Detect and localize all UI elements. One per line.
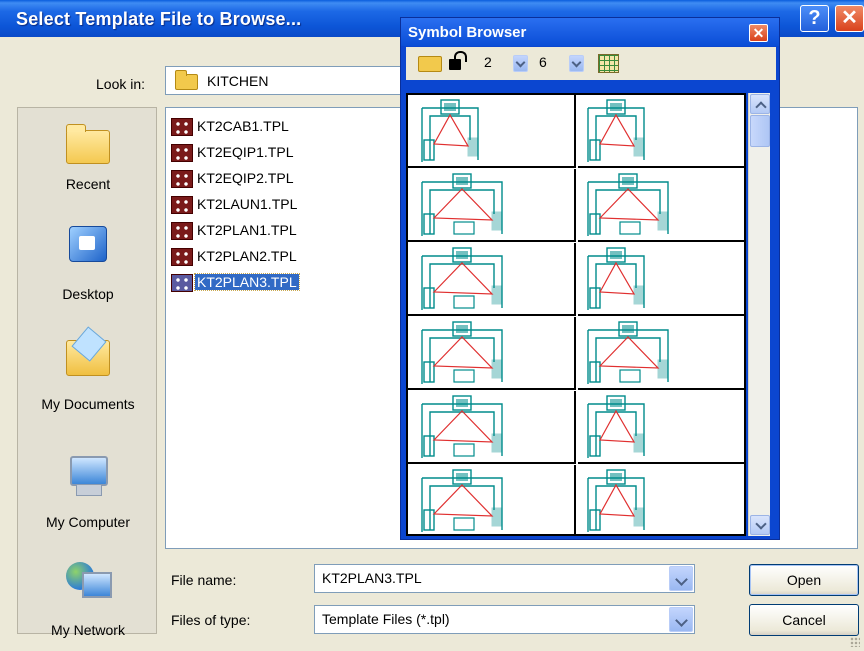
place-label: My Documents — [41, 396, 135, 412]
kitchen-plan-icon — [421, 247, 503, 310]
kitchen-plan-icon — [421, 321, 503, 384]
kitchen-plan-icon — [587, 173, 669, 236]
file-name: KT2PLAN1.TPL — [197, 222, 297, 238]
dialog-title: Select Template File to Browse... — [16, 9, 302, 29]
file-name: KT2LAUN1.TPL — [197, 196, 298, 212]
kitchen-plan-icon — [421, 173, 503, 236]
template-file-icon — [171, 222, 193, 240]
symbol-thumbnail-grid[interactable] — [406, 93, 746, 536]
file-name-input[interactable]: KT2PLAN3.TPL — [314, 564, 695, 593]
rows-dropdown[interactable] — [569, 55, 584, 72]
kitchen-plan-icon — [587, 321, 669, 384]
folder-icon — [175, 70, 198, 90]
symbol-thumbnail[interactable] — [578, 169, 744, 242]
recent-folder-icon — [66, 124, 110, 164]
file-name: KT2PLAN3.TPL — [194, 273, 300, 291]
list-item[interactable]: KT2LAUN1.TPL — [169, 194, 297, 216]
symbol-thumbnail[interactable] — [578, 391, 744, 464]
kitchen-plan-icon — [587, 395, 645, 458]
file-type-select[interactable]: Template Files (*.tpl) — [314, 605, 695, 634]
symbol-thumbnail[interactable] — [408, 95, 576, 168]
symbol-browser-window: Symbol Browser ✕ 2 6 — [400, 17, 780, 540]
kitchen-plan-icon — [587, 99, 645, 162]
place-my-computer[interactable]: My Computer — [18, 456, 158, 530]
chevron-down-icon[interactable] — [669, 566, 693, 591]
close-button[interactable]: ✕ — [835, 5, 864, 32]
symbol-thumbnail[interactable] — [578, 317, 744, 390]
kitchen-plan-icon — [421, 469, 503, 532]
file-name-label: File name: — [171, 572, 237, 588]
open-button[interactable]: Open — [749, 564, 859, 596]
symbol-thumbnail[interactable] — [408, 317, 576, 390]
cancel-button[interactable]: Cancel — [749, 604, 859, 636]
place-label: Desktop — [62, 286, 114, 302]
columns-value: 2 — [484, 54, 492, 70]
template-file-icon — [171, 144, 193, 162]
template-file-icon — [171, 118, 193, 136]
file-name: KT2EQIP1.TPL — [197, 144, 294, 160]
file-name-value: KT2PLAN3.TPL — [322, 570, 422, 586]
symbol-thumbnail[interactable] — [578, 95, 744, 168]
folder-icon[interactable] — [418, 56, 442, 72]
look-in-label: Look in: — [96, 76, 146, 92]
scroll-thumb[interactable] — [750, 115, 770, 147]
help-button[interactable]: ? — [800, 5, 829, 32]
symbol-thumbnail[interactable] — [578, 465, 744, 534]
kitchen-plan-icon — [587, 247, 645, 310]
file-name: KT2CAB1.TPL — [197, 118, 289, 134]
symbol-browser-title: Symbol Browser — [408, 24, 527, 41]
kitchen-plan-icon — [421, 99, 479, 162]
desktop-icon — [69, 226, 107, 262]
file-name: KT2PLAN2.TPL — [197, 248, 297, 264]
symbol-browser-close-button[interactable]: ✕ — [749, 24, 768, 42]
list-item[interactable]: KT2EQIP2.TPL — [169, 168, 293, 190]
list-item[interactable]: KT2PLAN1.TPL — [169, 220, 297, 242]
place-recent[interactable]: Recent — [18, 124, 158, 192]
resize-grip[interactable] — [850, 637, 860, 647]
template-file-icon — [171, 196, 193, 214]
my-documents-icon — [66, 340, 110, 376]
places-bar: Recent Desktop My Documents My Computer … — [17, 107, 158, 638]
place-desktop[interactable]: Desktop — [18, 226, 158, 302]
symbol-browser-titlebar: Symbol Browser ✕ — [401, 18, 779, 46]
place-label: My Computer — [45, 514, 131, 530]
symbol-thumbnail[interactable] — [408, 465, 576, 534]
my-computer-icon — [66, 456, 110, 496]
file-type-value: Template Files (*.tpl) — [322, 611, 450, 627]
look-in-dropdown[interactable]: KITCHEN — [165, 66, 405, 95]
place-my-documents[interactable]: My Documents — [18, 340, 158, 412]
columns-dropdown[interactable] — [513, 55, 528, 72]
template-file-icon — [171, 274, 193, 292]
symbol-browser-toolbar: 2 6 — [406, 47, 776, 80]
unlock-icon[interactable] — [449, 51, 467, 70]
template-file-icon — [171, 248, 193, 266]
template-file-icon — [171, 170, 193, 188]
list-item[interactable]: KT2EQIP1.TPL — [169, 142, 293, 164]
file-type-label: Files of type: — [171, 612, 251, 628]
symbol-thumbnail[interactable] — [408, 391, 576, 464]
kitchen-plan-icon — [421, 395, 503, 458]
symbol-browser-scrollbar[interactable] — [748, 93, 770, 536]
kitchen-plan-icon — [587, 469, 645, 532]
list-item[interactable]: KT2PLAN2.TPL — [169, 246, 297, 268]
list-item[interactable]: KT2CAB1.TPL — [169, 116, 289, 138]
file-name: KT2EQIP2.TPL — [197, 170, 294, 186]
place-label: Recent — [65, 176, 111, 192]
grid-icon[interactable] — [598, 54, 619, 73]
rows-value: 6 — [539, 54, 547, 70]
place-label: My Network — [51, 622, 125, 638]
scroll-down-button[interactable] — [750, 515, 770, 535]
chevron-down-icon[interactable] — [669, 607, 693, 632]
look-in-value: KITCHEN — [207, 73, 269, 89]
symbol-thumbnail[interactable] — [578, 243, 744, 316]
symbol-thumbnail[interactable] — [408, 243, 576, 316]
list-item-selected[interactable]: KT2PLAN3.TPL — [169, 272, 300, 294]
scroll-up-button[interactable] — [750, 94, 770, 114]
place-my-network[interactable]: My Network — [18, 562, 158, 638]
my-network-icon — [66, 562, 112, 602]
symbol-thumbnail[interactable] — [408, 169, 576, 242]
